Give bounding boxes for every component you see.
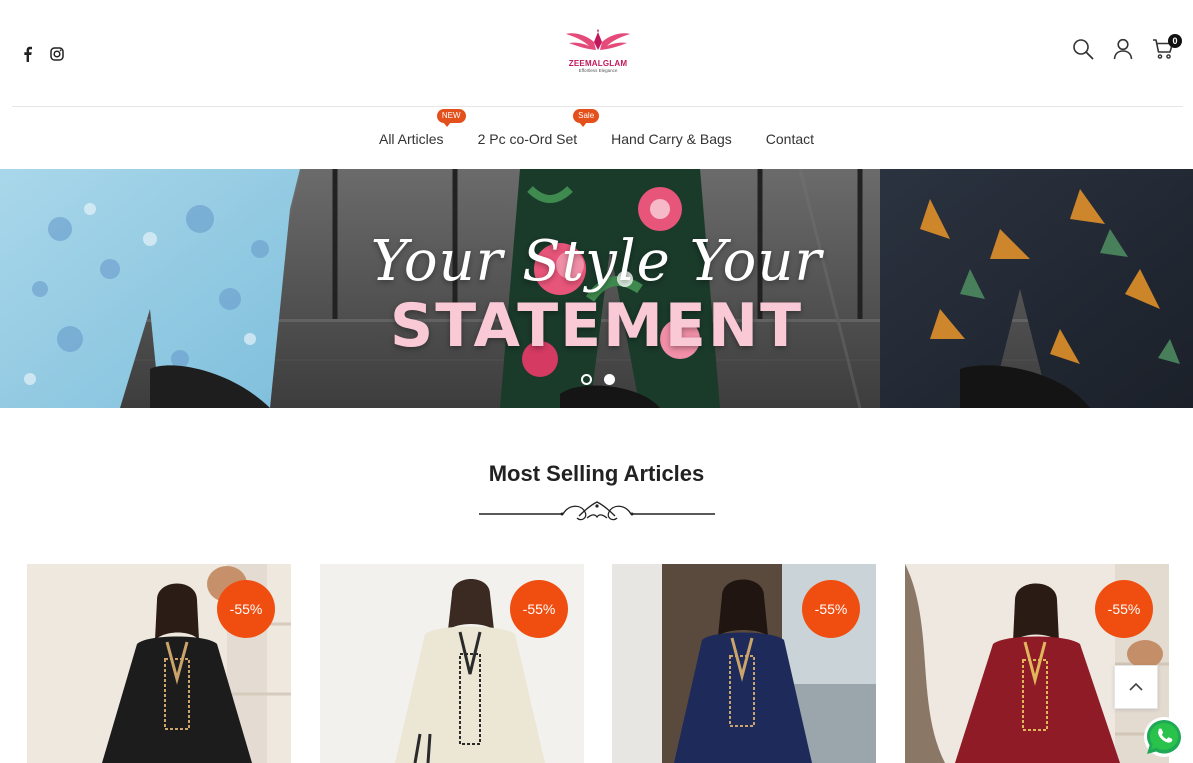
search-icon[interactable] [1071,36,1095,62]
hero-script-heading: Your Style Your [370,229,823,294]
logo-wings-icon [566,29,630,50]
slider-dot-2[interactable] [604,374,615,385]
brand-tagline: Effortless Elegance [578,68,618,73]
discount-badge: -55% [802,580,860,638]
discount-badge: -55% [217,580,275,638]
instagram-icon[interactable] [48,44,66,64]
nav-item-contact[interactable]: Contact [766,129,814,147]
discount-badge: -55% [1095,580,1153,638]
site-header: ZEEMALGLAM Effortless Elegance 0 [0,0,1193,107]
slider-dot-1[interactable] [581,374,592,385]
brand-name: ZEEMALGLAM [568,59,628,68]
cart-icon[interactable]: 0 [1151,34,1182,62]
slider-dots [581,374,615,385]
nav-item-label: Contact [765,131,815,147]
product-card[interactable]: -55% [27,564,291,763]
product-card[interactable]: -55% [320,564,584,763]
ornament-divider-icon [479,501,715,521]
section-title: Most Selling Articles [488,461,705,486]
nav-item-all-articles[interactable]: All Articles NEW [378,109,466,147]
discount-badge: -55% [510,580,568,638]
sale-badge: Sale [573,109,600,127]
nav-item-label: Hand Carry & Bags [611,131,732,147]
user-icon[interactable] [1111,36,1135,62]
product-card[interactable]: -55% [905,564,1169,763]
nav-item-hand-carry-bags[interactable]: Hand Carry & Bags [611,129,732,147]
hero-banner[interactable]: Your Style Your STATEMENT [0,169,1193,408]
brand-logo[interactable]: ZEEMALGLAM Effortless Elegance [556,28,640,78]
product-card[interactable]: -55% [612,564,876,763]
facebook-icon[interactable] [18,44,36,64]
nav-item-label: 2 Pc co-Ord Set [477,131,578,147]
nav-item-coord-set[interactable]: 2 Pc co-Ord Set Sale [477,109,600,147]
main-nav: All Articles NEW 2 Pc co-Ord Set Sale Ha… [0,107,1193,169]
back-to-top-button[interactable] [1114,665,1158,709]
cart-count-badge: 0 [1168,34,1182,48]
chevron-up-icon [1129,682,1143,691]
nav-item-label: All Articles [378,131,444,147]
hero-bold-heading: STATEMENT [389,291,803,361]
social-links [18,44,66,64]
product-grid: -55% -55% -55% -55% [27,564,1169,763]
new-badge: NEW [436,109,466,127]
whatsapp-icon[interactable] [1142,715,1186,759]
header-actions: 0 [1071,34,1182,62]
